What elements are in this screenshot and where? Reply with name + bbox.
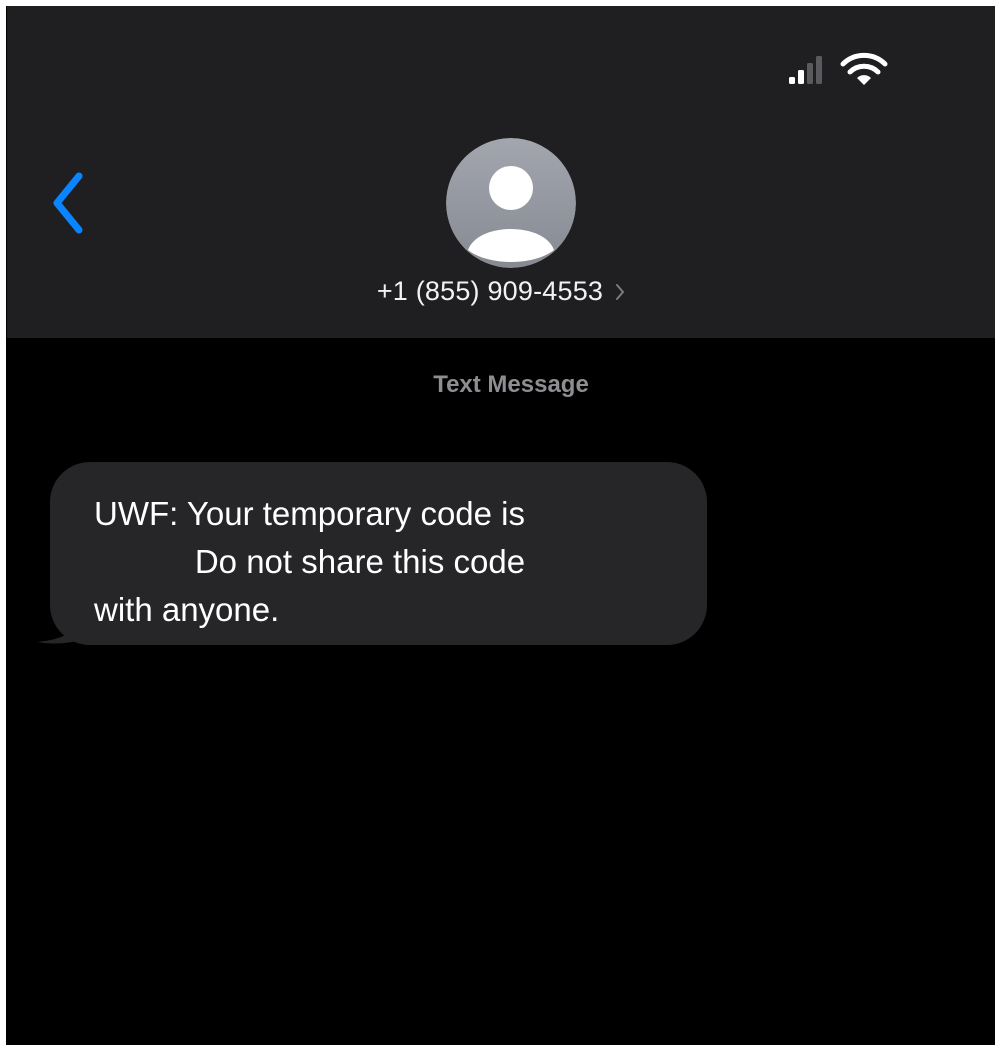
conversation-header: +1 (855) 909-4553 xyxy=(7,6,995,338)
contact-name: +1 (855) 909-4553 xyxy=(376,276,604,306)
message-text: UWF: Your temporary code is Do not share… xyxy=(94,490,694,634)
chevron-left-icon xyxy=(53,172,83,234)
contact-avatar[interactable] xyxy=(446,138,576,268)
chevron-right-icon xyxy=(616,283,625,300)
message-bubble[interactable]: UWF: Your temporary code is Do not share… xyxy=(37,462,707,648)
message-line: with anyone. xyxy=(94,591,280,628)
service-label: Text Message xyxy=(433,371,589,398)
back-button[interactable] xyxy=(43,168,93,238)
cellular-signal-icon xyxy=(789,56,822,84)
bubble-body: UWF: Your temporary code is Do not share… xyxy=(50,462,707,645)
message-line: Do not share this code xyxy=(94,543,526,580)
status-bar-icons xyxy=(789,52,888,85)
messages-screen: +1 (855) 909-4553 Text Message UWF: Your… xyxy=(6,6,995,1045)
person-icon xyxy=(446,138,576,268)
wifi-icon xyxy=(840,52,888,85)
contact-details-link[interactable]: +1 (855) 909-4553 xyxy=(7,276,995,320)
message-line: UWF: Your temporary code is xyxy=(94,495,525,532)
